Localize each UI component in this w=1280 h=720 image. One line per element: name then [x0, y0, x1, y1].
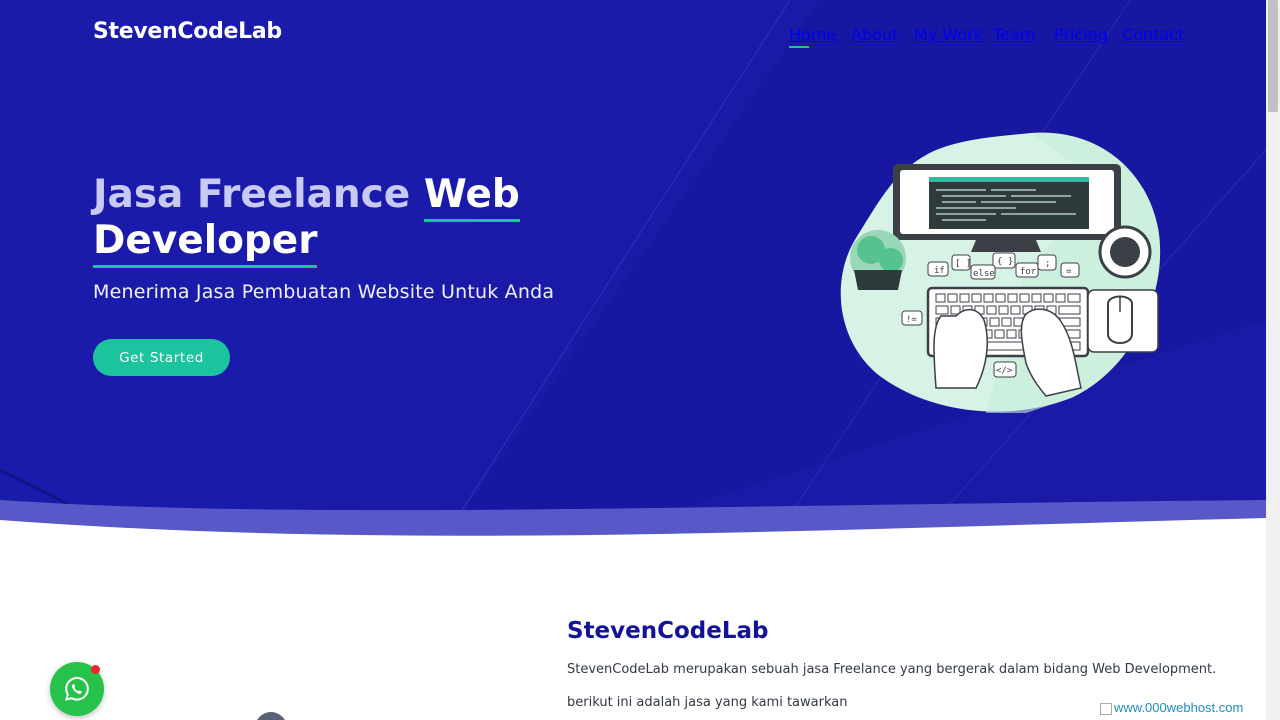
developer-illustration: [ ] { } if else for ; = != </>: [840, 132, 1161, 413]
svg-text:for: for: [1020, 267, 1037, 277]
about-paragraph-1: StevenCodeLab merupakan sebuah jasa Free…: [567, 662, 1217, 677]
about-title: StevenCodeLab: [567, 618, 769, 644]
get-started-button[interactable]: Get Started: [93, 339, 230, 376]
webhost-badge[interactable]: www.000webhost.com: [1100, 700, 1243, 715]
svg-text:!=: !=: [906, 315, 917, 325]
about-paragraph-2: berikut ini adalah jasa yang kami tawark…: [567, 695, 848, 710]
nav-item-home[interactable]: Home: [789, 25, 836, 44]
svg-text:else: else: [973, 269, 995, 279]
headline-text-2: Web: [423, 172, 520, 222]
nav-item-team[interactable]: Team: [993, 25, 1035, 44]
whatsapp-icon: [65, 676, 89, 701]
nav-item-my-work[interactable]: My Work: [914, 25, 983, 44]
webhost-badge-text: www.000webhost.com: [1114, 700, 1244, 715]
nav-item-contact[interactable]: Contact: [1122, 25, 1184, 44]
svg-text:;: ;: [1045, 259, 1050, 269]
hero-section: StevenCodeLab Home About My Work Team Pr…: [0, 0, 1266, 560]
headline-text-1: Jasa Freelance: [93, 172, 424, 217]
svg-text:if: if: [934, 266, 945, 276]
avatar: [255, 712, 287, 720]
svg-text:</>: </>: [996, 366, 1013, 376]
svg-text:[ ]: [ ]: [955, 259, 971, 269]
svg-text:=: =: [1066, 267, 1072, 277]
nav-active-indicator: [789, 46, 809, 48]
nav-item-about[interactable]: About: [851, 25, 898, 44]
hero-wave: [0, 500, 1266, 560]
notification-dot-icon: [91, 665, 100, 674]
svg-text:{ }: { }: [997, 257, 1013, 267]
scrollbar-thumb[interactable]: [1268, 0, 1278, 112]
brand-logo[interactable]: StevenCodeLab: [93, 19, 282, 44]
nav-item-pricing[interactable]: Pricing: [1054, 25, 1108, 44]
hero-headline: Jasa Freelance Web Developer: [93, 172, 653, 268]
headline-text-3: Developer: [93, 218, 318, 268]
hero-subtitle: Menerima Jasa Pembuatan Website Untuk An…: [93, 281, 555, 303]
broken-image-icon: [1100, 702, 1112, 715]
